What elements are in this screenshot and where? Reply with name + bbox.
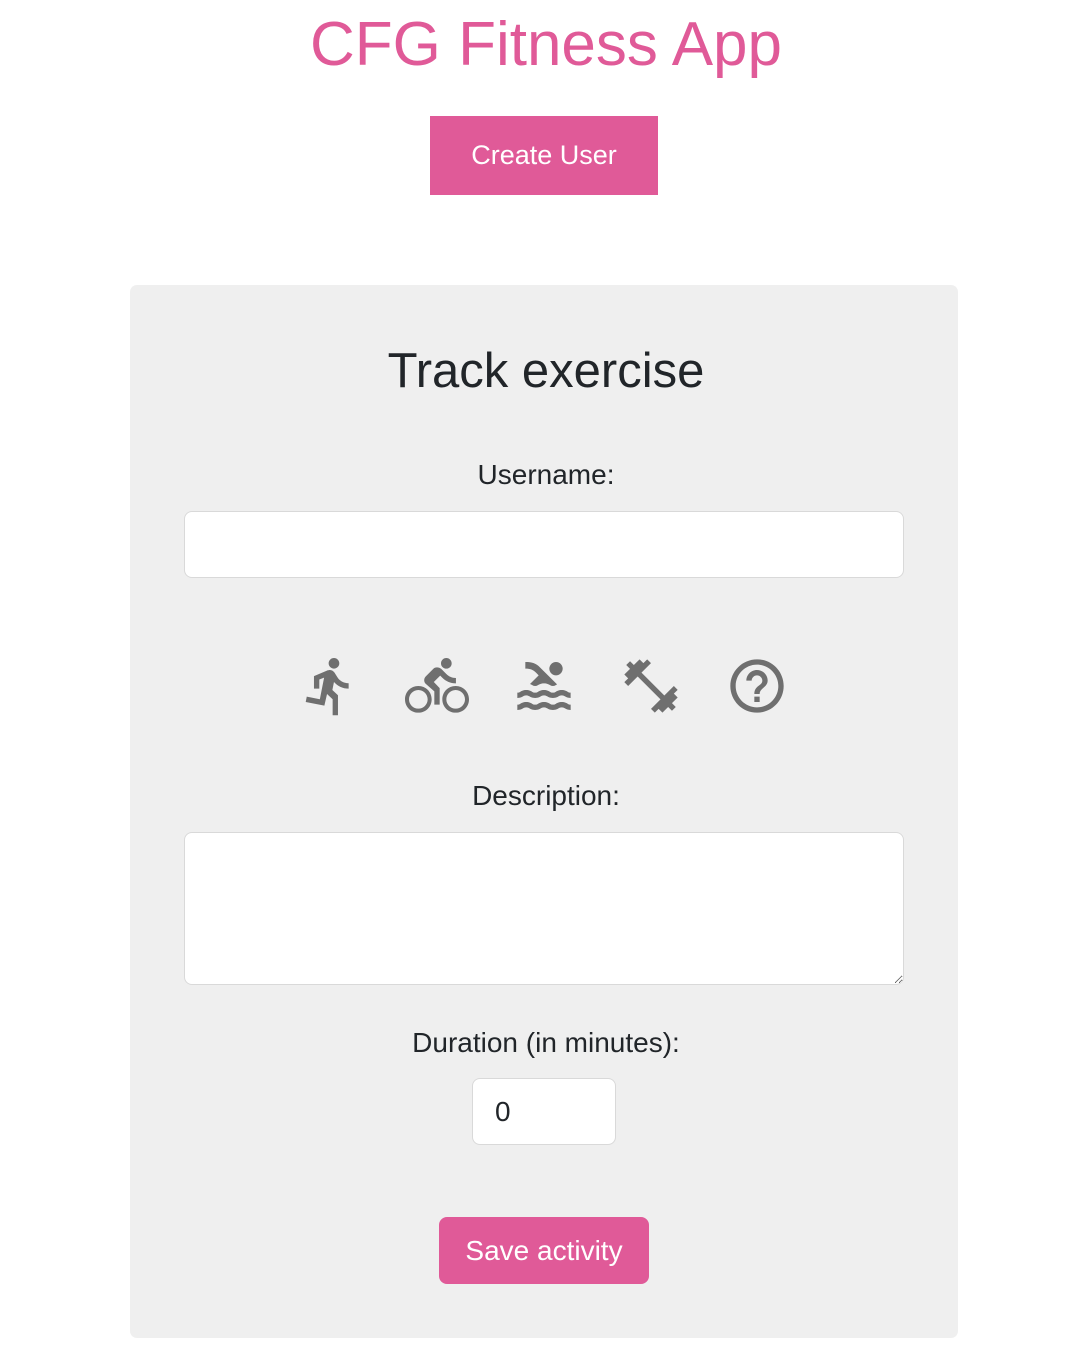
swimming-icon[interactable] [510,652,578,720]
duration-input[interactable] [472,1078,616,1145]
app-title: CFG Fitness App [309,10,783,79]
other-icon[interactable] [723,652,791,720]
save-activity-button[interactable]: Save activity [439,1217,649,1284]
page: CFG Fitness App Create User Track exerci… [0,0,1092,1358]
description-label: Description: [472,780,620,811]
form-title: Track exercise [387,344,705,398]
username-input[interactable] [184,511,904,578]
description-textarea[interactable] [184,832,904,985]
duration-label: Duration (in minutes): [412,1027,680,1058]
gym-icon[interactable] [617,652,685,720]
username-label: Username: [477,459,615,490]
create-user-button[interactable]: Create User [430,116,658,195]
cycling-icon[interactable] [403,652,471,720]
running-icon[interactable] [296,652,364,720]
